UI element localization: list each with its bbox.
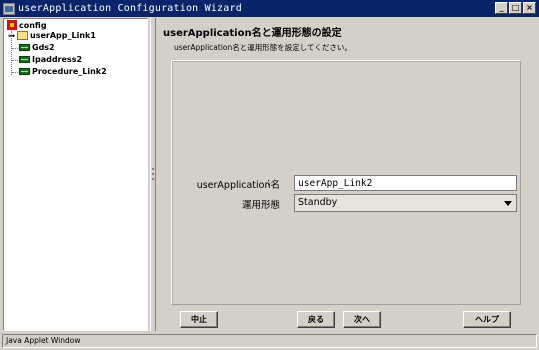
operation-mode-select[interactable]: Standby	[294, 194, 517, 212]
config-tree[interactable]: config ⊶ userApp_Link1 Gds2 Ipaddress2 P…	[3, 18, 148, 331]
field-separator: :	[267, 177, 271, 188]
title-bar[interactable]: userApplication Configuration Wizard _ □…	[0, 0, 539, 17]
tree-node-label: Ipaddress2	[32, 55, 83, 64]
next-button[interactable]: 次へ	[343, 311, 381, 328]
cancel-button[interactable]: 中止	[180, 311, 218, 328]
window-controls: _ □ ×	[495, 2, 536, 14]
resource-icon	[19, 68, 30, 75]
grip-dot	[152, 168, 154, 170]
config-icon	[7, 20, 17, 30]
wizard-page: userApplication名と運用形態の設定 userApplication…	[157, 18, 535, 331]
minimize-icon[interactable]: _	[495, 2, 508, 14]
operation-mode-label: 運用形態	[241, 200, 280, 211]
tree-node-label: config	[19, 20, 47, 30]
tree-node-ipaddress2[interactable]: Ipaddress2	[19, 55, 82, 64]
form-panel: userApplication名 : userApp_Link2 運用形態 : …	[171, 60, 521, 305]
back-button[interactable]: 戻る	[297, 311, 335, 328]
resource-icon	[19, 44, 30, 51]
dropdown-arrow-icon[interactable]	[504, 201, 512, 206]
field-separator: :	[267, 197, 271, 208]
tree-node-label: Gds2	[32, 43, 55, 52]
operation-mode-value: Standby	[298, 197, 338, 208]
close-icon[interactable]: ×	[523, 2, 536, 14]
tree-connector	[12, 72, 18, 73]
maximize-icon[interactable]: □	[509, 2, 522, 14]
wizard-window: userApplication Configuration Wizard _ □…	[0, 0, 539, 350]
grip-dot	[152, 173, 154, 175]
resource-icon	[19, 56, 30, 63]
tree-node-label: userApp_Link1	[30, 31, 96, 40]
status-text: Java Applet Window	[6, 336, 81, 345]
tree-node-label: Procedure_Link2	[32, 67, 107, 76]
userapp-name-input[interactable]: userApp_Link2	[294, 175, 517, 191]
folder-icon	[17, 31, 28, 40]
app-icon	[3, 2, 15, 15]
tree-node-config[interactable]: config	[7, 20, 47, 30]
tree-node-procedure-link2[interactable]: Procedure_Link2	[19, 67, 107, 76]
window-title: userApplication Configuration Wizard	[18, 3, 242, 14]
tree-connector	[12, 60, 18, 61]
tree-connector	[12, 48, 18, 49]
status-bar: Java Applet Window	[2, 334, 537, 348]
tree-node-userapp[interactable]: ⊶ userApp_Link1	[8, 31, 96, 40]
help-button[interactable]: ヘルプ	[463, 311, 511, 328]
split-pane-divider[interactable]	[150, 18, 156, 331]
page-description: userApplication名と運用形態を設定してください。	[174, 43, 352, 52]
grip-dot	[152, 178, 154, 180]
page-title: userApplication名と運用形態の設定	[163, 28, 342, 39]
expand-icon[interactable]: ⊶	[8, 32, 15, 40]
tree-node-gds2[interactable]: Gds2	[19, 43, 55, 52]
